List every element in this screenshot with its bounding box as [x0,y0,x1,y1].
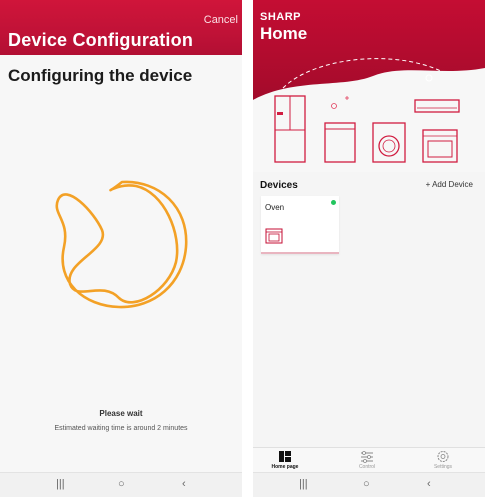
device-card-oven[interactable]: Oven [261,196,339,254]
appliances-illustration [253,58,485,172]
home-button[interactable]: ○ [118,478,125,490]
devices-heading: Devices [260,180,298,191]
system-nav-bar: ||| ○ ‹ [253,472,485,497]
configuration-header: Cancel Device Configuration [0,0,242,55]
home-button[interactable]: ○ [363,478,370,490]
recent-apps-button[interactable]: ||| [56,478,65,490]
online-status-dot [331,200,336,205]
sliders-icon [361,451,373,463]
tab-home-page[interactable]: Home page [265,450,305,470]
device-name: Oven [265,203,285,212]
wait-title: Please wait [99,409,143,418]
back-button[interactable]: ‹ [182,478,186,490]
configuring-heading: Configuring the device [8,66,193,85]
home-hero: SHARP Home [253,0,485,172]
brand-logo: SHARP [260,11,302,23]
cancel-button[interactable]: Cancel [204,14,238,26]
tab-label: Settings [433,464,453,470]
configuration-screen: Cancel Device Configuration Configuring … [0,0,242,497]
tab-settings[interactable]: Settings [423,450,463,470]
add-device-button[interactable]: + Add Device [426,180,473,189]
tab-label: Control [358,464,376,470]
home-title: Home [260,24,308,43]
tab-control[interactable]: Control [347,450,387,470]
system-nav-bar: ||| ○ ‹ [0,472,242,497]
wait-subtitle: Estimated waiting time is around 2 minut… [54,425,188,432]
gear-icon [437,451,449,462]
oven-icon [265,228,283,244]
home-screen: SHARP Home Devices + Add Device Oven Hom… [253,0,485,497]
home-icon [279,451,291,462]
recent-apps-button[interactable]: ||| [299,478,308,490]
back-button[interactable]: ‹ [427,478,431,490]
loading-spinner-icon [55,180,188,309]
page-title: Device Configuration [8,30,194,50]
bottom-tab-bar: Home page Control Settings [253,447,485,472]
tab-label: Home page [271,464,299,470]
